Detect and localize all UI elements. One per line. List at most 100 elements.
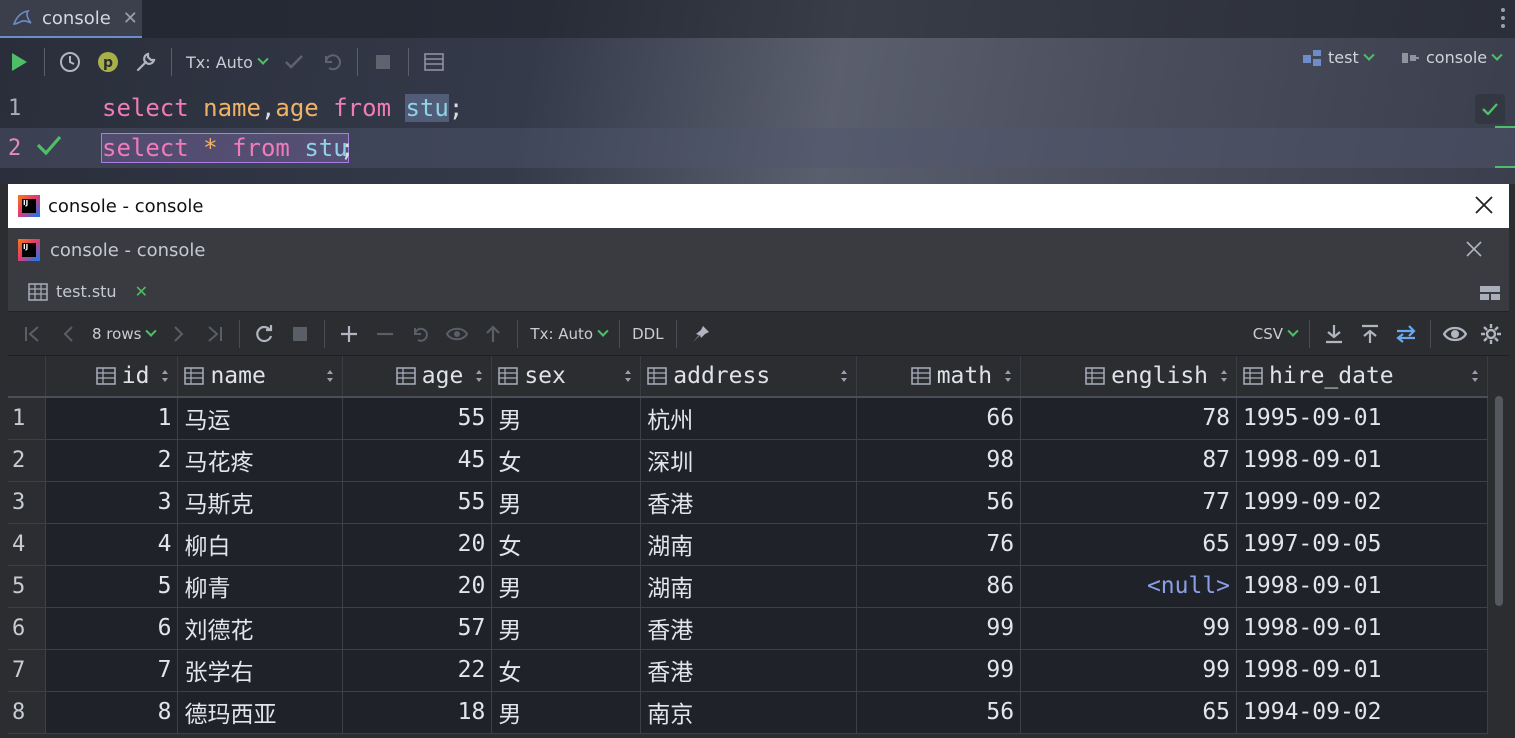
cell-address[interactable]: 南京 <box>640 691 858 734</box>
table-row[interactable]: 5 5 柳青 20 男湖南 86 <null> 1998-09-01 <box>8 565 1488 608</box>
column-header-address[interactable]: address <box>640 356 858 398</box>
cell-name[interactable]: 柳青 <box>177 565 344 608</box>
cell-hire-date[interactable]: 1997-09-05 <box>1236 523 1488 566</box>
view-mode-button[interactable] <box>1437 316 1473 352</box>
result-tab-label[interactable]: test.stu <box>56 282 117 301</box>
grid-tx-mode-dropdown[interactable]: Tx: Auto <box>524 325 613 343</box>
cell-english[interactable]: 99 <box>1020 607 1238 650</box>
cell-age[interactable]: 55 <box>342 481 493 524</box>
table-row[interactable]: 1 1 马运 55 男杭州 66 78 1995-09-01 <box>8 397 1488 440</box>
table-row[interactable]: 3 3 马斯克 55 男香港 56 77 1999-09-02 <box>8 481 1488 524</box>
submit-button[interactable] <box>475 316 511 352</box>
cell-english[interactable]: 65 <box>1020 691 1238 734</box>
editor-tab-console[interactable]: console ✕ <box>0 0 142 38</box>
grid-settings-button[interactable] <box>1473 316 1509 352</box>
row-number[interactable]: 7 <box>8 649 47 692</box>
cell-name[interactable]: 刘德花 <box>177 607 344 650</box>
cell-id[interactable]: 8 <box>45 691 179 734</box>
cell-name[interactable]: 马花疼 <box>177 439 344 482</box>
datasource-dropdown[interactable]: test <box>1302 48 1375 67</box>
row-number[interactable]: 4 <box>8 523 47 566</box>
cell-id[interactable]: 3 <box>45 481 179 524</box>
cell-age[interactable]: 22 <box>342 649 493 692</box>
cell-name[interactable]: 马斯克 <box>177 481 344 524</box>
cell-math[interactable]: 56 <box>856 481 1022 524</box>
cell-age[interactable]: 18 <box>342 691 493 734</box>
cell-id[interactable]: 5 <box>45 565 179 608</box>
sort-arrows-icon[interactable] <box>624 369 632 383</box>
cell-id[interactable]: 6 <box>45 607 179 650</box>
code-line-2[interactable]: 2 select * from stu; <box>0 128 1515 168</box>
cell-name[interactable]: 张学右 <box>177 649 344 692</box>
cell-age[interactable]: 57 <box>342 607 493 650</box>
row-number[interactable]: 5 <box>8 565 47 608</box>
execute-button[interactable] <box>0 43 38 81</box>
cell-sex[interactable]: 男 <box>491 607 642 650</box>
table-row[interactable]: 8 8 德玛西亚 18 男南京 56 65 1994-09-02 <box>8 691 1488 734</box>
rollback-button[interactable] <box>313 43 351 81</box>
cell-id[interactable]: 7 <box>45 649 179 692</box>
add-row-button[interactable] <box>331 316 367 352</box>
row-number[interactable]: 3 <box>8 481 47 524</box>
row-number[interactable]: 8 <box>8 691 47 734</box>
ddl-button[interactable]: DDL <box>626 325 669 343</box>
first-page-button[interactable] <box>14 316 50 352</box>
cell-english[interactable]: 87 <box>1020 439 1238 482</box>
close-tab-icon[interactable]: ✕ <box>135 282 148 301</box>
table-row[interactable]: 4 4 柳白 20 女湖南 76 65 1997-09-05 <box>8 523 1488 566</box>
pin-tab-button[interactable] <box>683 316 719 352</box>
row-number[interactable]: 2 <box>8 439 47 482</box>
preview-changes-button[interactable] <box>439 316 475 352</box>
output-layout-button[interactable] <box>415 43 453 81</box>
table-row[interactable]: 2 2 马花疼 45 女深圳 98 87 1998-09-01 <box>8 439 1488 482</box>
inspection-status-icon[interactable] <box>1475 94 1505 124</box>
cell-hire-date[interactable]: 1994-09-02 <box>1236 691 1488 734</box>
sort-arrows-icon[interactable] <box>1004 369 1012 383</box>
cell-hire-date[interactable]: 1998-09-01 <box>1236 439 1488 482</box>
cell-sex[interactable]: 男 <box>491 481 642 524</box>
session-dropdown[interactable]: console <box>1400 48 1503 67</box>
refresh-button[interactable] <box>246 316 282 352</box>
cell-english[interactable]: 65 <box>1020 523 1238 566</box>
cell-age[interactable]: 20 <box>342 565 493 608</box>
cell-english[interactable]: <null> <box>1020 565 1238 608</box>
cell-sex[interactable]: 男 <box>491 565 642 608</box>
sql-editor[interactable]: 1 select name,age from stu; 2 select * f… <box>0 88 1515 184</box>
explain-plan-button[interactable]: p <box>89 43 127 81</box>
cell-math[interactable]: 86 <box>856 565 1022 608</box>
column-header-english[interactable]: english <box>1020 356 1238 398</box>
cell-age[interactable]: 45 <box>342 439 493 482</box>
commit-button[interactable] <box>275 43 313 81</box>
scrollbar-thumb[interactable] <box>1495 396 1503 606</box>
cell-age[interactable]: 55 <box>342 397 493 440</box>
cell-id[interactable]: 1 <box>45 397 179 440</box>
download-button[interactable] <box>1316 316 1352 352</box>
cell-sex[interactable]: 女 <box>491 649 642 692</box>
cell-id[interactable]: 2 <box>45 439 179 482</box>
cell-sex[interactable]: 女 <box>491 523 642 566</box>
cell-math[interactable]: 99 <box>856 649 1022 692</box>
sort-arrows-icon[interactable] <box>1220 369 1228 383</box>
column-header-age[interactable]: age <box>342 356 493 398</box>
delete-row-button[interactable] <box>367 316 403 352</box>
column-header-name[interactable]: name <box>177 356 344 398</box>
cell-hire-date[interactable]: 1998-09-01 <box>1236 565 1488 608</box>
cell-english[interactable]: 99 <box>1020 649 1238 692</box>
history-button[interactable] <box>51 43 89 81</box>
settings-button[interactable] <box>127 43 165 81</box>
table-row[interactable]: 6 6 刘德花 57 男香港 99 99 1998-09-01 <box>8 607 1488 650</box>
stop-button[interactable] <box>282 316 318 352</box>
cell-age[interactable]: 20 <box>342 523 493 566</box>
sort-arrows-icon[interactable] <box>1471 369 1479 383</box>
sort-arrows-icon[interactable] <box>475 369 483 383</box>
column-header-math[interactable]: math <box>856 356 1022 398</box>
cell-english[interactable]: 78 <box>1020 397 1238 440</box>
cell-address[interactable]: 香港 <box>640 607 858 650</box>
revert-button[interactable] <box>403 316 439 352</box>
cell-hire-date[interactable]: 1995-09-01 <box>1236 397 1488 440</box>
cell-address[interactable]: 香港 <box>640 649 858 692</box>
stop-button[interactable] <box>364 43 402 81</box>
cell-sex[interactable]: 女 <box>491 439 642 482</box>
page-size-dropdown[interactable]: 8 rows <box>86 325 161 343</box>
cell-name[interactable]: 德玛西亚 <box>177 691 344 734</box>
